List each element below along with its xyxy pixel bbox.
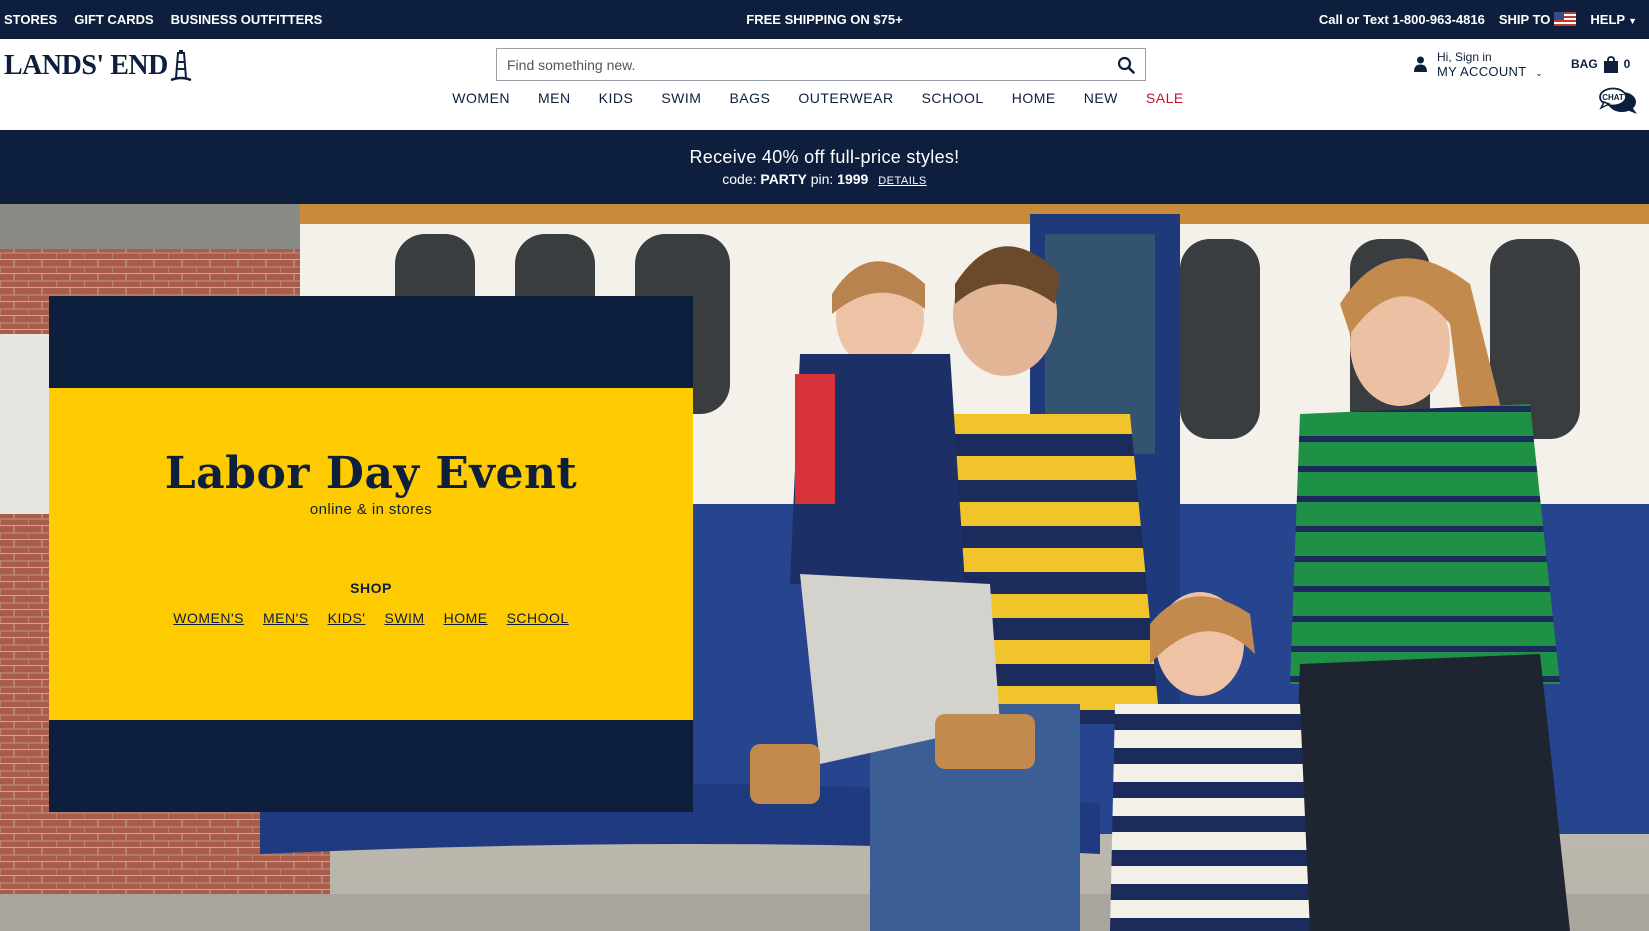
bag-label: BAG: [1571, 57, 1598, 71]
search-icon: [1117, 56, 1135, 74]
ship-to-selector[interactable]: SHIP TO: [1499, 12, 1577, 27]
promo-code: PARTY: [760, 171, 807, 187]
promo-pin: 1999: [837, 171, 869, 187]
nav-men[interactable]: MEN: [538, 90, 571, 112]
us-flag-icon: [1554, 12, 1577, 26]
hero-subtitle: online & in stores: [309, 501, 433, 518]
promo-banner: Receive 40% off full-price styles! code:…: [0, 130, 1649, 204]
chat-icon: CHAT: [1599, 87, 1637, 114]
nav-swim[interactable]: SWIM: [661, 90, 701, 112]
shopping-bag-icon: [1603, 55, 1618, 73]
nav-sale[interactable]: SALE: [1146, 90, 1184, 112]
shop-mens-link[interactable]: MEN'S: [263, 610, 309, 626]
nav-home[interactable]: HOME: [1012, 90, 1056, 112]
hero-card: Labor Day Event online & in stores SHOP …: [49, 388, 693, 720]
user-icon: [1414, 56, 1427, 72]
ship-to-label: SHIP TO: [1498, 12, 1551, 27]
utility-left-links: STORES GIFT CARDS BUSINESS OUTFITTERS: [4, 0, 322, 39]
search-bar: [496, 48, 1146, 81]
chevron-down-icon: ⌄: [1535, 67, 1543, 78]
shop-womens-link[interactable]: WOMEN'S: [173, 610, 244, 626]
site-header: LANDS' END Hi, Sign in MY ACCOUNT ⌄ B: [0, 39, 1649, 130]
my-account-label: MY ACCOUNT ⌄: [1437, 63, 1543, 79]
nav-women[interactable]: WOMEN: [452, 90, 510, 112]
bag-count: 0: [1623, 57, 1631, 71]
nav-outerwear[interactable]: OUTERWEAR: [798, 90, 893, 112]
account-menu[interactable]: Hi, Sign in MY ACCOUNT ⌄: [1414, 48, 1543, 80]
phone-link[interactable]: Call or Text 1-800-963-4816: [1319, 12, 1485, 27]
account-text: Hi, Sign in MY ACCOUNT ⌄: [1437, 50, 1543, 79]
chevron-down-icon: ▼: [1628, 16, 1637, 26]
sign-in-label: Hi, Sign in: [1437, 49, 1492, 64]
help-menu[interactable]: HELP ▼: [1590, 12, 1637, 27]
promo-headline: Receive 40% off full-price styles!: [689, 147, 960, 167]
main-navigation: WOMEN MEN KIDS SWIM BAGS OUTERWEAR SCHOO…: [0, 90, 1649, 112]
stores-link[interactable]: STORES: [4, 12, 57, 27]
promo-pin-prefix: pin:: [810, 171, 834, 187]
hero-banner: Labor Day Event online & in stores SHOP …: [0, 204, 1649, 931]
shopping-bag[interactable]: BAG 0: [1571, 52, 1630, 76]
hero-shop-label: SHOP: [350, 580, 392, 596]
promo-code-line: code: PARTY pin: 1999 DETAILS: [0, 171, 1649, 187]
logo-wordmark: LANDS' END: [4, 50, 168, 81]
promo-details-link[interactable]: DETAILS: [878, 175, 927, 187]
lands-end-logo[interactable]: LANDS' END: [4, 49, 192, 83]
hero-title: Labor Day Event: [164, 448, 578, 499]
lighthouse-icon: [170, 50, 192, 82]
shop-kids-link[interactable]: KIDS': [328, 610, 366, 626]
shop-swim-link[interactable]: SWIM: [384, 610, 424, 626]
chat-icon-label: CHAT: [1602, 93, 1624, 102]
nav-kids[interactable]: KIDS: [599, 90, 634, 112]
chat-button[interactable]: CHAT: [1598, 87, 1638, 117]
search-input[interactable]: [497, 49, 1107, 80]
help-label: HELP: [1590, 12, 1626, 27]
utility-bar: STORES GIFT CARDS BUSINESS OUTFITTERS FR…: [0, 0, 1649, 39]
shop-home-link[interactable]: HOME: [444, 610, 488, 626]
nav-bags[interactable]: BAGS: [729, 90, 770, 112]
nav-new[interactable]: NEW: [1084, 90, 1118, 112]
utility-right-links: Call or Text 1-800-963-4816 SHIP TO HELP…: [1319, 0, 1637, 39]
business-outfitters-link[interactable]: BUSINESS OUTFITTERS: [171, 12, 323, 27]
gift-cards-link[interactable]: GIFT CARDS: [74, 12, 153, 27]
promo-code-prefix: code:: [722, 171, 757, 187]
nav-school[interactable]: SCHOOL: [922, 90, 984, 112]
search-button[interactable]: [1107, 49, 1145, 80]
shop-school-link[interactable]: SCHOOL: [507, 610, 569, 626]
hero-shop-links: WOMEN'S MEN'S KIDS' SWIM HOME SCHOOL: [49, 610, 693, 626]
free-shipping-message: FREE SHIPPING ON $75+: [746, 12, 903, 27]
